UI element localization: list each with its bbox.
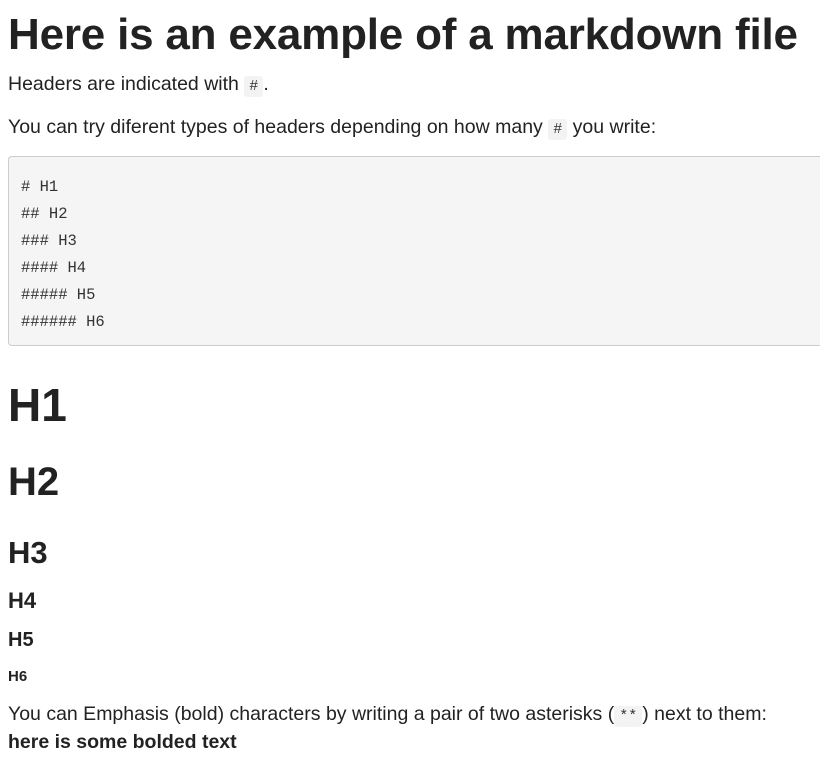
heading-h4: H4	[8, 588, 37, 613]
inline-code: #	[244, 76, 264, 97]
code-block: # H1 ## H2 ### H3 #### H4 ##### H5 #####…	[8, 156, 820, 346]
paragraph-text: You can try diferent types of headers de…	[8, 116, 549, 138]
heading-h5: H5	[8, 629, 34, 651]
heading-h1: H1	[8, 379, 67, 431]
heading-h6: H6	[8, 668, 28, 685]
inline-code: #	[548, 119, 568, 140]
paragraph-text: you write:	[567, 116, 657, 138]
heading-h2: H2	[8, 460, 60, 504]
paragraph-emphasis: You can Emphasis (bold) characters by wr…	[8, 703, 767, 727]
paragraph-text: ) next to them:	[642, 703, 767, 725]
heading-h3: H3	[8, 535, 48, 570]
page-title: Here is an example of a markdown file	[8, 10, 798, 59]
paragraph-header-types: You can try diferent types of headers de…	[8, 116, 657, 140]
paragraph-headers-intro: Headers are indicated with #.	[8, 73, 269, 97]
inline-code: **	[614, 706, 643, 727]
paragraph-text: Headers are indicated with	[8, 73, 245, 95]
bold-text: here is some bolded text	[8, 731, 237, 753]
paragraph-text: You can Emphasis (bold) characters by wr…	[8, 703, 615, 725]
paragraph-text: .	[263, 73, 269, 95]
